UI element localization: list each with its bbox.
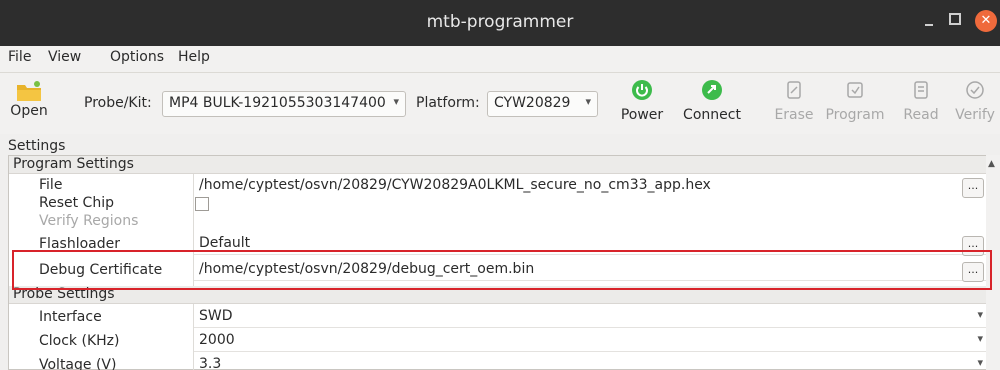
menu-view[interactable]: View — [48, 49, 81, 65]
read-icon — [914, 81, 928, 99]
verify-regions-label: Verify Regions — [39, 213, 139, 229]
clock-select[interactable]: 2000 ▾ — [194, 330, 989, 352]
probe-kit-label: Probe/Kit: — [84, 95, 152, 111]
flashloader-value: Default — [199, 235, 251, 251]
program-button[interactable]: Program — [822, 79, 888, 123]
clock-value: 2000 — [199, 332, 235, 348]
open-label: Open — [10, 103, 48, 119]
connect-label: Connect — [683, 107, 741, 123]
reset-chip-checkbox[interactable] — [195, 197, 209, 211]
close-icon[interactable]: ✕ — [975, 10, 997, 32]
interface-label: Interface — [39, 309, 102, 325]
read-label: Read — [903, 107, 939, 123]
platform-label: Platform: — [416, 95, 480, 111]
verify-button[interactable]: Verify — [950, 79, 1000, 123]
voltage-label: Voltage (V) — [39, 357, 117, 370]
read-button[interactable]: Read — [898, 79, 944, 123]
title-bar: mtb-programmer ✕ — [0, 0, 1000, 46]
clock-label: Clock (KHz) — [39, 333, 120, 349]
open-button[interactable]: Open — [8, 79, 50, 119]
verify-label: Verify — [955, 107, 995, 123]
menu-bar: File View Options Help — [0, 46, 1000, 72]
file-value[interactable]: /home/cyptest/osvn/20829/CYW20829A0LKML_… — [199, 177, 711, 193]
program-label: Program — [825, 107, 885, 123]
menu-file[interactable]: File — [8, 49, 31, 65]
chevron-down-icon: ▾ — [977, 308, 983, 321]
program-icon — [847, 82, 863, 98]
folder-icon — [17, 81, 41, 101]
file-label: File — [39, 177, 63, 193]
highlight-annotation — [12, 250, 992, 290]
erase-icon — [787, 81, 801, 99]
chevron-down-icon: ▾ — [585, 95, 591, 108]
maximize-icon[interactable] — [949, 13, 961, 25]
verify-icon — [966, 81, 984, 99]
program-settings-header: Program Settings — [9, 156, 993, 174]
file-browse-button[interactable]: ... — [962, 178, 984, 198]
interface-select[interactable]: SWD ▾ — [194, 306, 989, 328]
power-button[interactable]: Power — [614, 79, 670, 123]
power-label: Power — [620, 107, 664, 123]
toolbar: Open Probe/Kit: MP4 BULK-192105530314740… — [0, 72, 1000, 134]
reset-chip-label: Reset Chip — [39, 195, 114, 211]
voltage-value: 3.3 — [199, 356, 222, 370]
platform-value: CYW20829 — [494, 95, 571, 111]
chevron-down-icon: ▾ — [977, 332, 983, 345]
interface-value: SWD — [199, 308, 233, 324]
minimize-icon[interactable] — [921, 11, 939, 31]
erase-label: Erase — [774, 107, 814, 123]
settings-caption: Settings — [8, 138, 66, 154]
chevron-down-icon: ▾ — [393, 95, 399, 108]
platform-select[interactable]: CYW20829 ▾ — [487, 91, 598, 117]
menu-options[interactable]: Options — [110, 49, 164, 65]
probe-kit-select[interactable]: MP4 BULK-1921055303147400 ▾ — [162, 91, 406, 117]
erase-button[interactable]: Erase — [770, 79, 818, 123]
probe-kit-value: MP4 BULK-1921055303147400 — [169, 95, 386, 111]
scroll-up-icon[interactable]: ▲ — [988, 159, 995, 169]
connect-icon — [702, 80, 722, 100]
connect-button[interactable]: Connect — [679, 79, 745, 123]
power-icon — [632, 80, 652, 100]
menu-help[interactable]: Help — [178, 49, 210, 65]
voltage-select[interactable]: 3.3 ▾ — [194, 354, 989, 370]
chevron-down-icon: ▾ — [977, 356, 983, 369]
window-title: mtb-programmer — [426, 12, 574, 32]
